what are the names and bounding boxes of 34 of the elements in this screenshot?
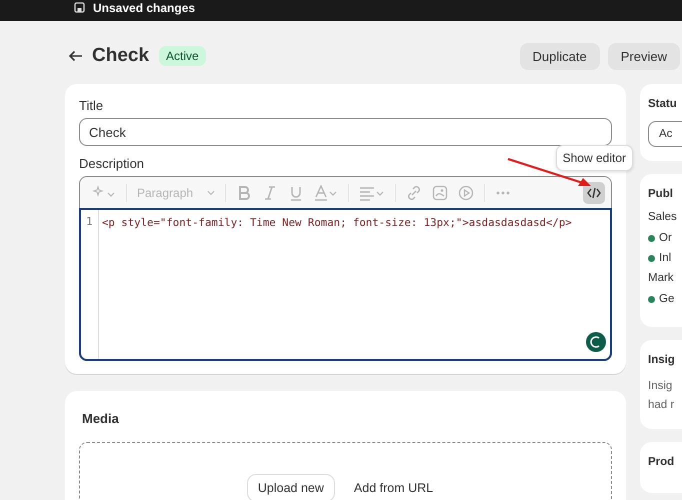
status-dot-icon bbox=[648, 296, 655, 302]
media-dropzone[interactable]: Upload new Add from URL bbox=[79, 442, 612, 500]
status-dot-icon bbox=[648, 234, 655, 242]
card-title: Prod bbox=[648, 456, 676, 468]
page-title: Check bbox=[92, 45, 150, 67]
save-icon bbox=[74, 2, 85, 13]
channel-name: Or bbox=[659, 232, 672, 244]
card-title: Publ bbox=[648, 188, 674, 200]
group-label: Mark bbox=[648, 272, 675, 284]
section-title: Media bbox=[82, 411, 120, 426]
caret-icon bbox=[207, 190, 215, 196]
title-label: Title bbox=[79, 98, 104, 113]
card-title: Insig bbox=[648, 354, 676, 366]
top-bar-title: Unsaved changes bbox=[93, 0, 196, 14]
group-label: Sales bbox=[648, 211, 678, 223]
title-input[interactable]: Check bbox=[79, 118, 612, 146]
channel-name: Inl bbox=[659, 252, 672, 264]
assistant-bubble-icon bbox=[585, 331, 607, 353]
channel-name: Ge bbox=[659, 293, 674, 305]
header-action-button[interactable]: Preview bbox=[608, 42, 680, 70]
upload-button[interactable]: Upload new bbox=[248, 475, 334, 500]
back-arrow-icon bbox=[68, 50, 83, 62]
tooltip: Show editor bbox=[556, 145, 633, 171]
description-label: Description bbox=[79, 156, 144, 171]
status-dot-icon bbox=[648, 254, 655, 262]
code-line: <p style="font-family: Time New Roman; font-size: 13px;">asdasdasdasd</p> bbox=[101, 215, 572, 229]
line-number: 1 bbox=[86, 215, 94, 228]
header-action-button[interactable]: Duplicate bbox=[520, 42, 600, 70]
insights-text: had r bbox=[648, 398, 676, 413]
status-select[interactable]: Ac bbox=[648, 121, 682, 147]
insights-text: Insig bbox=[648, 379, 674, 394]
status-badge: Active bbox=[159, 46, 206, 66]
code-icon bbox=[587, 186, 601, 198]
card-title: Statu bbox=[648, 98, 678, 110]
